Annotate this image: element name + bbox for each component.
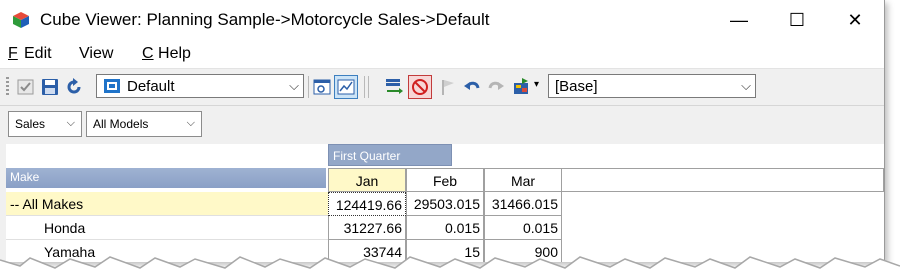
data-export-icon[interactable] <box>512 77 532 97</box>
row-label-all-makes[interactable]: -- All Makes <box>6 192 328 216</box>
column-group-header[interactable]: First Quarter <box>328 144 452 166</box>
column-header-feb[interactable]: Feb <box>406 168 484 192</box>
close-button[interactable]: ✕ <box>826 0 884 40</box>
column-header-jan[interactable]: Jan <box>328 168 406 192</box>
cube-app-icon <box>13 12 29 28</box>
chevron-down-icon: ⌵ <box>741 78 751 93</box>
filter-bar: Sales ⌵ All Models ⌵ <box>0 106 884 144</box>
view-icon <box>104 79 120 93</box>
scenario-select-value: [Base] <box>555 78 598 95</box>
view-select-value: Default <box>127 78 175 95</box>
column-header-filler <box>562 168 884 192</box>
maximize-icon: ☐ <box>788 9 806 30</box>
close-icon: ✕ <box>847 9 863 30</box>
title-bar: Cube Viewer: Planning Sample->Motorcycle… <box>0 0 884 40</box>
menu-help-label: Help <box>158 45 191 62</box>
chart-icon <box>337 79 355 95</box>
minimize-icon: — <box>730 9 748 30</box>
toolbar-grip[interactable] <box>6 77 9 97</box>
chevron-down-icon: ⌵ <box>186 117 195 129</box>
sales-filter-select[interactable]: Sales ⌵ <box>8 111 82 137</box>
maximize-button[interactable]: ☐ <box>768 0 826 40</box>
menu-bar: F Edit View C Help <box>0 40 884 69</box>
toolbar: Default ⌵ ▾ [Base] ⌵ <box>0 69 884 106</box>
toolbar-separator <box>368 76 369 98</box>
torn-edge-decoration <box>0 256 900 274</box>
menu-help[interactable]: C Help <box>142 45 191 63</box>
data-cell[interactable]: 31227.66 <box>328 216 406 240</box>
data-cell[interactable]: 124419.66 <box>328 192 406 216</box>
chevron-down-icon[interactable]: ▾ <box>534 79 539 90</box>
cube-viewer-window: Cube Viewer: Planning Sample->Motorcycle… <box>0 0 885 262</box>
view-select[interactable]: Default ⌵ <box>96 74 304 98</box>
redo-icon[interactable] <box>486 77 506 97</box>
suppress-button[interactable] <box>408 75 432 99</box>
data-cell[interactable]: 29503.015 <box>406 192 484 216</box>
toolbar-separator <box>364 76 365 98</box>
window-title: Cube Viewer: Planning Sample->Motorcycle… <box>40 10 490 29</box>
chart-toggle-button[interactable] <box>334 75 358 99</box>
settings-window-icon[interactable] <box>312 77 332 97</box>
cube-grid: First Quarter Make Jan Feb Mar -- All Ma… <box>6 144 884 262</box>
row-dimension-header[interactable]: Make <box>6 168 326 188</box>
grid-arrow-icon[interactable] <box>384 77 404 97</box>
data-cell[interactable]: 0.015 <box>484 216 562 240</box>
data-cell[interactable]: 31466.015 <box>484 192 562 216</box>
menu-view[interactable]: View <box>79 45 113 63</box>
apply-check-icon[interactable] <box>16 77 36 97</box>
menu-file[interactable]: F <box>8 45 18 63</box>
models-filter-value: All Models <box>93 117 149 131</box>
flag-icon[interactable] <box>438 77 458 97</box>
menu-help-accel: C <box>142 45 154 62</box>
menu-edit[interactable]: Edit <box>24 45 52 63</box>
menu-view-label: View <box>79 45 114 62</box>
column-header-mar[interactable]: Mar <box>484 168 562 192</box>
scenario-select[interactable]: [Base] ⌵ <box>548 74 756 98</box>
minimize-button[interactable]: — <box>710 0 768 40</box>
data-cell[interactable]: 0.015 <box>406 216 484 240</box>
sales-filter-value: Sales <box>15 117 46 131</box>
chevron-down-icon: ⌵ <box>66 117 75 129</box>
undo-icon[interactable] <box>462 77 482 97</box>
no-entry-icon <box>412 79 428 95</box>
save-icon[interactable] <box>40 77 60 97</box>
menu-file-label: F <box>8 45 18 62</box>
models-filter-select[interactable]: All Models ⌵ <box>86 111 202 137</box>
row-label-honda[interactable]: Honda <box>6 216 328 240</box>
toolbar-separator <box>308 76 309 98</box>
chevron-down-icon: ⌵ <box>289 78 299 93</box>
refresh-icon[interactable] <box>64 77 84 97</box>
menu-edit-label: Edit <box>24 45 52 62</box>
